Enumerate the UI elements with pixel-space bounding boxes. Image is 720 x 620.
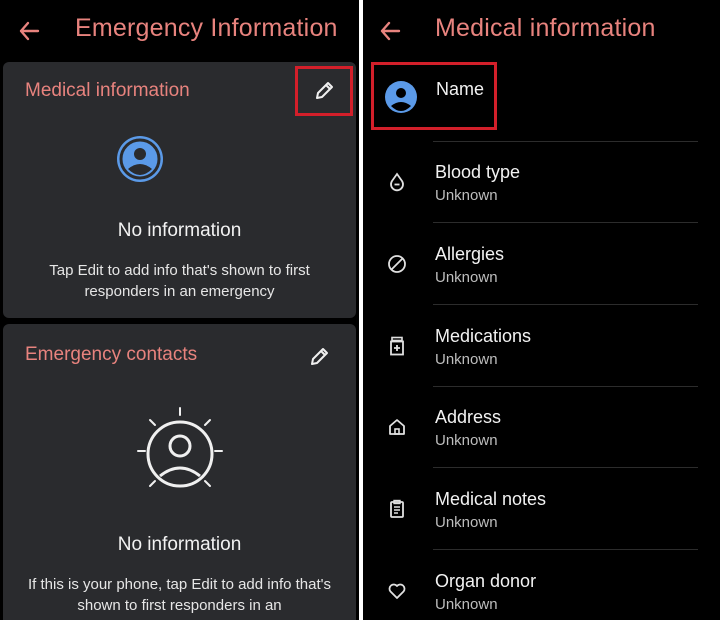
name-field[interactable]: Name: [371, 62, 497, 130]
medical-information-title: Medical information: [25, 80, 190, 101]
back-arrow-icon[interactable]: [379, 18, 401, 44]
pencil-icon: [316, 82, 333, 99]
app-bar: Medical information: [363, 0, 720, 62]
contacts-empty-message: If this is your phone, tap Edit to add i…: [27, 576, 332, 614]
medications-label: Medications: [435, 326, 532, 346]
organ-donor-value: Unknown: [435, 596, 498, 613]
divider: [433, 304, 698, 305]
back-arrow-icon[interactable]: [18, 18, 40, 44]
divider: [433, 222, 698, 223]
contact-person-icon: [137, 407, 223, 488]
medical-notes-value: Unknown: [435, 514, 498, 531]
app-bar: Emergency Information: [0, 0, 359, 62]
medications-value: Unknown: [435, 351, 498, 368]
divider: [433, 386, 698, 387]
no-symbol-icon: [388, 255, 406, 273]
divider: [433, 141, 698, 142]
clipboard-icon: [390, 499, 404, 518]
divider: [433, 467, 698, 468]
contacts-empty-title: No information: [117, 534, 242, 555]
medical-information-card[interactable]: Medical information No information Tap E…: [3, 62, 356, 318]
address-value: Unknown: [435, 432, 498, 449]
medical-empty-title: No information: [117, 220, 242, 241]
medical-notes-label: Medical notes: [435, 489, 547, 509]
emergency-contacts-card[interactable]: Emergency contacts No information If thi…: [3, 324, 356, 620]
emergency-information-screen: Emergency Information Medical informatio…: [0, 0, 359, 620]
edit-contacts-button[interactable]: [290, 332, 348, 382]
heart-icon: [388, 583, 406, 599]
allergies-value: Unknown: [435, 269, 498, 286]
medical-empty-message: Tap Edit to add info that's shown to fir…: [49, 262, 310, 300]
page-title: Medical information: [435, 14, 656, 42]
organ-donor-label: Organ donor: [435, 571, 537, 591]
divider: [433, 549, 698, 550]
medication-bottle-icon: [390, 336, 404, 356]
address-label: Address: [435, 407, 502, 427]
edit-medical-info-button[interactable]: [295, 66, 353, 116]
avatar-icon: [385, 81, 417, 113]
blood-type-label: Blood type: [435, 162, 521, 182]
medical-information-screen: Medical information Name Blood type Unkn…: [363, 0, 720, 620]
home-icon: [389, 419, 405, 435]
blood-type-value: Unknown: [435, 187, 498, 204]
blood-drop-icon: [390, 172, 404, 192]
emergency-contacts-title: Emergency contacts: [25, 344, 198, 365]
allergies-label: Allergies: [435, 244, 505, 264]
organ-donor-field[interactable]: Organ donor Unknown: [363, 563, 720, 620]
avatar-icon: [117, 136, 163, 182]
name-label: Name: [436, 79, 485, 99]
pencil-icon: [311, 348, 328, 365]
page-title: Emergency Information: [75, 14, 338, 42]
